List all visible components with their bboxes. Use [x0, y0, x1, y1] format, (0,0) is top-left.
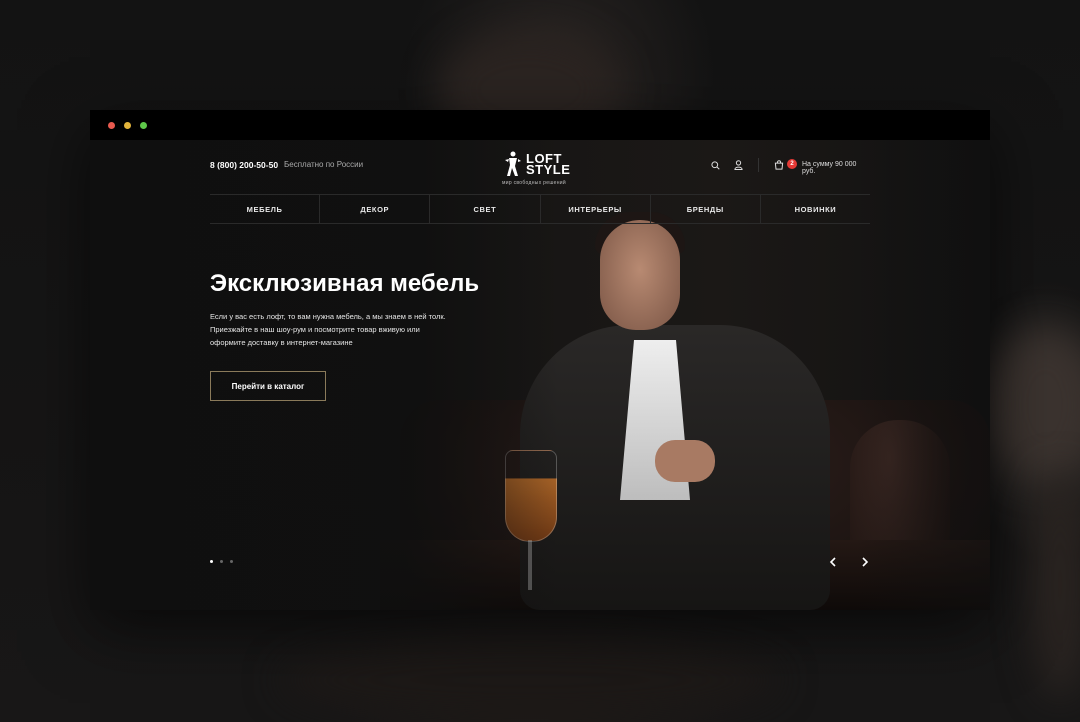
nav-item-lighting[interactable]: СВЕТ	[429, 195, 539, 223]
cart-count-badge: 2	[787, 159, 797, 169]
logo-tagline: мир свободных решений	[502, 180, 566, 186]
chevron-right-icon	[862, 557, 869, 567]
phone-note: Бесплатно по России	[284, 160, 364, 169]
logo-mark-icon	[505, 151, 521, 176]
nav-item-interiors[interactable]: ИНТЕРЬЕРЫ	[539, 195, 650, 223]
search-icon[interactable]	[708, 158, 722, 172]
slider-next-button[interactable]	[857, 554, 873, 570]
backdrop-blur-hand	[990, 330, 1080, 480]
nav-item-furniture[interactable]: МЕБЕЛЬ	[210, 195, 319, 223]
slider-dot-1[interactable]	[210, 560, 213, 563]
window-minimize-button[interactable]	[124, 122, 131, 129]
logo-line-2: STYLE	[526, 162, 571, 177]
window-close-button[interactable]	[108, 122, 115, 129]
hero-title: Эксклюзивная мебель	[210, 270, 480, 297]
header-divider	[758, 158, 759, 172]
logo-wordmark: LOFT STYLE	[526, 152, 571, 177]
slider-prev-button[interactable]	[825, 554, 841, 570]
catalog-button[interactable]: Перейти в каталог	[210, 371, 326, 401]
hero-description: Если у вас есть лофт, то вам нужна мебел…	[210, 312, 446, 347]
slider-dot-2[interactable]	[220, 560, 223, 563]
nav-item-decor[interactable]: ДЕКОР	[319, 195, 429, 223]
site-header: 8 (800) 200-50-50 Бесплатно по России LO…	[210, 140, 870, 194]
cart-sum[interactable]: На сумму 90 000 руб.	[802, 161, 870, 175]
user-icon[interactable]	[731, 158, 745, 172]
chevron-left-icon	[829, 557, 836, 567]
window-maximize-button[interactable]	[140, 122, 147, 129]
phone-link[interactable]: 8 (800) 200-50-50	[210, 160, 278, 170]
backdrop-blur-sofa	[280, 640, 780, 720]
browser-window: 8 (800) 200-50-50 Бесплатно по России LO…	[90, 110, 990, 610]
window-titlebar	[90, 110, 990, 140]
main-nav: МЕБЕЛЬ ДЕКОР СВЕТ ИНТЕРЬЕРЫ БРЕНДЫ НОВИН…	[210, 194, 870, 224]
cart-icon[interactable]	[772, 158, 786, 172]
website: 8 (800) 200-50-50 Бесплатно по России LO…	[90, 140, 990, 610]
nav-item-brands[interactable]: БРЕНДЫ	[649, 195, 760, 223]
slider-dot-3[interactable]	[230, 560, 233, 563]
slider-pagination	[210, 560, 233, 563]
logo[interactable]: LOFT STYLE мир свободных решений	[502, 148, 582, 188]
nav-item-new[interactable]: НОВИНКИ	[759, 195, 870, 223]
backdrop-blur-sofa-arm	[1030, 470, 1080, 700]
